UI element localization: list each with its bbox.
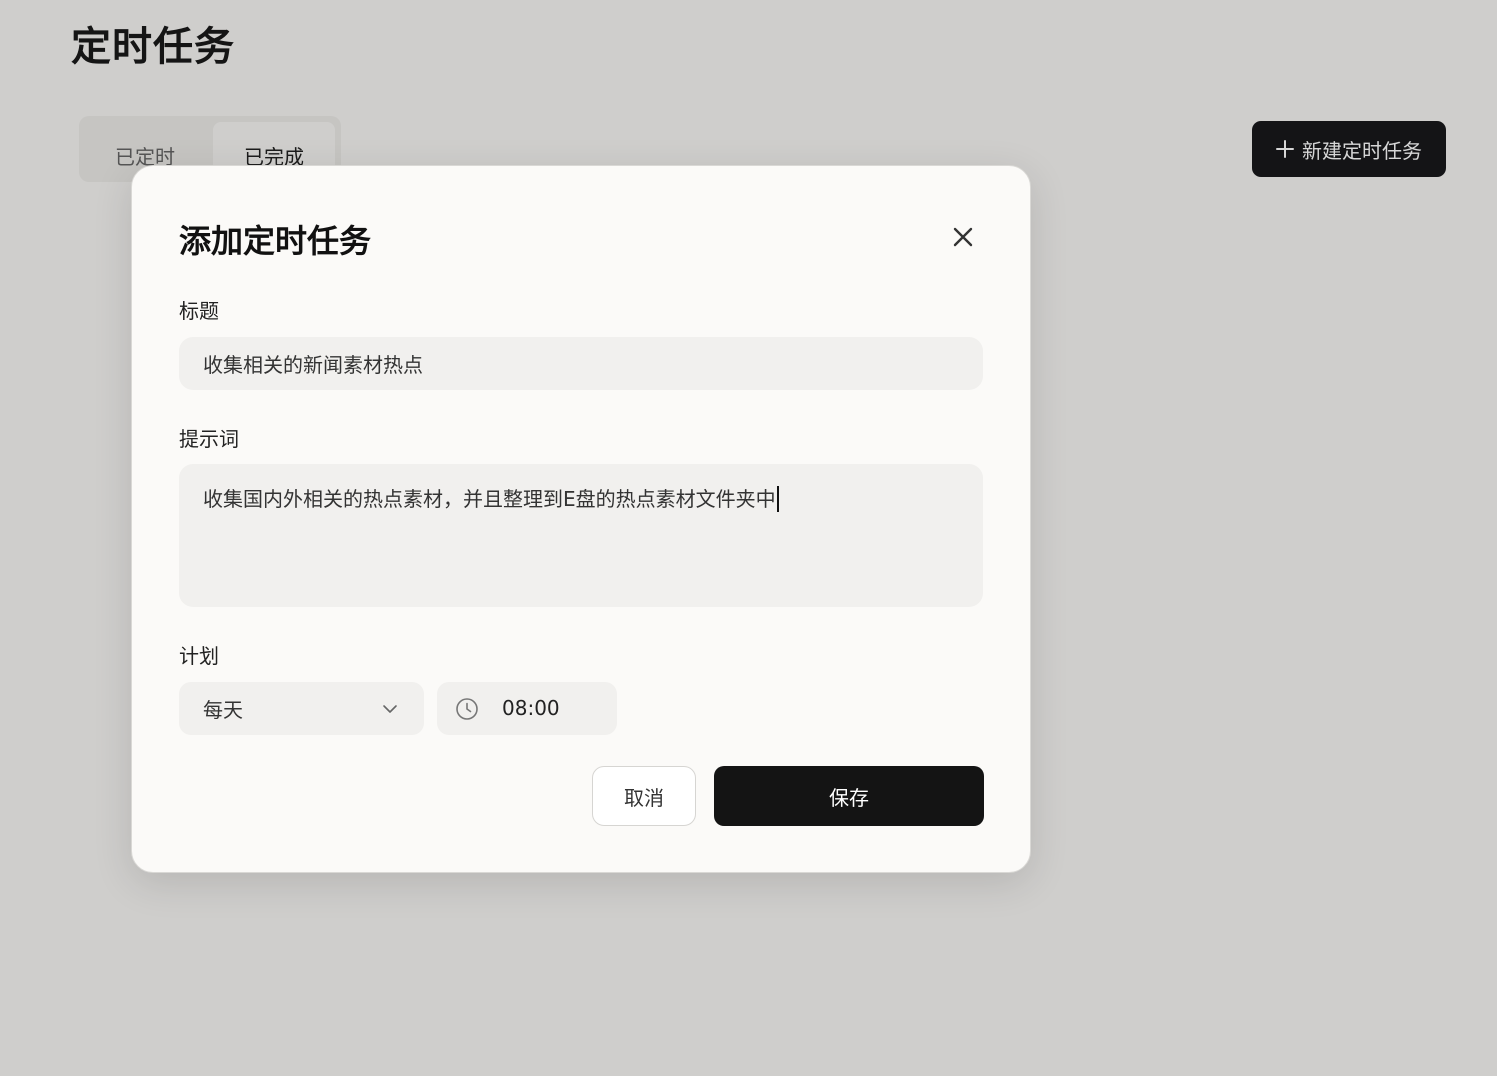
title-input[interactable]: 收集相关的新闻素材热点 [179, 337, 983, 390]
add-task-dialog: 添加定时任务 标题 收集相关的新闻素材热点 提示词 收集国内外相关的热点素材，并… [131, 165, 1031, 873]
text-caret [776, 486, 779, 512]
title-field-label: 标题 [179, 299, 219, 323]
save-button[interactable]: 保存 [714, 766, 984, 826]
prompt-textarea-value: 收集国内外相关的热点素材，并且整理到E盘的热点素材文件夹中 [203, 487, 776, 511]
time-picker-value: 08:00 [502, 696, 560, 720]
time-picker[interactable]: 08:00 [437, 682, 617, 735]
dialog-title: 添加定时任务 [179, 222, 372, 260]
chevron-down-icon [383, 705, 397, 713]
close-icon[interactable] [948, 222, 978, 252]
cancel-button[interactable]: 取消 [592, 766, 696, 826]
clock-icon [456, 698, 478, 720]
title-input-value: 收集相关的新闻素材热点 [203, 353, 423, 377]
prompt-textarea[interactable]: 收集国内外相关的热点素材，并且整理到E盘的热点素材文件夹中 [179, 464, 983, 607]
prompt-field-label: 提示词 [179, 427, 239, 451]
plan-field-label: 计划 [179, 644, 219, 668]
frequency-select[interactable]: 每天 [179, 682, 424, 735]
frequency-select-value: 每天 [203, 698, 243, 722]
